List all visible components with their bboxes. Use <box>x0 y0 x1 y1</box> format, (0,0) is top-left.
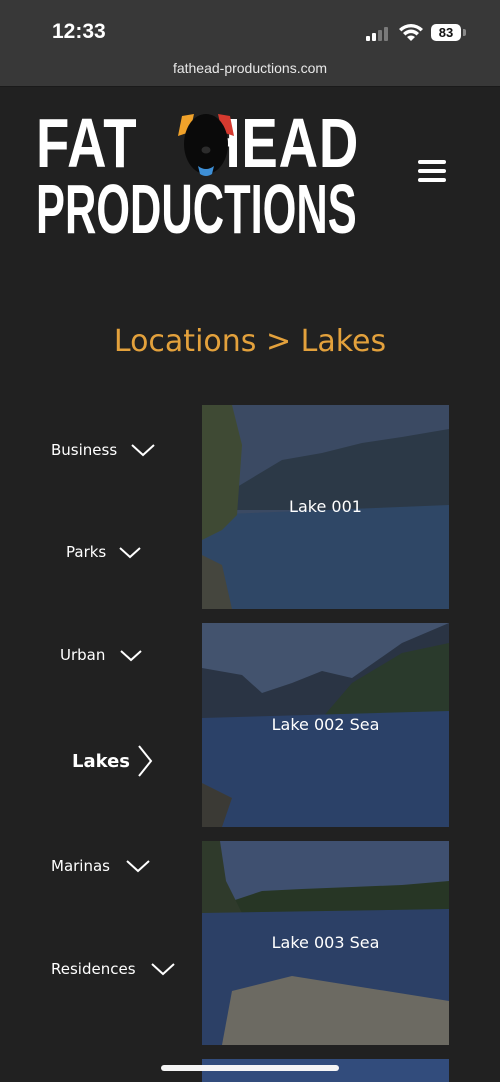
category-label: Business <box>51 441 118 459</box>
chevron-down-icon <box>126 860 150 873</box>
location-card-lake-002[interactable]: Lake 002 Sea <box>202 623 449 827</box>
site-logo[interactable]: FAT HEAD PRODUCTIONS <box>36 108 366 244</box>
page-title: Locations > Lakes <box>113 324 387 359</box>
chevron-down-icon <box>119 547 141 559</box>
category-label: Residences <box>51 960 136 978</box>
browser-url-bar[interactable]: fathead-productions.com <box>0 54 500 87</box>
status-time: 12:33 <box>52 20 106 43</box>
category-label: Parks <box>66 543 107 561</box>
location-title: Lake 001 <box>289 497 362 516</box>
location-title: Lake 003 Sea <box>271 933 380 952</box>
category-label: Urban <box>60 646 106 664</box>
location-title: Lake 002 Sea <box>271 715 380 734</box>
chevron-down-icon <box>131 444 155 457</box>
cellular-signal-icon <box>366 27 392 41</box>
battery-level: 83 <box>431 24 461 41</box>
location-card-lake-001[interactable]: Lake 001 <box>202 405 449 609</box>
status-bar: 12:33 83 <box>0 0 500 54</box>
hamburger-menu-icon[interactable] <box>418 158 448 184</box>
chevron-down-icon <box>120 650 142 662</box>
battery-tip <box>463 29 466 36</box>
chevron-down-icon <box>151 963 175 976</box>
logo-text-productions: PRODUCTIONS <box>36 170 357 248</box>
category-label: Marinas <box>51 857 110 875</box>
location-card-lake-003[interactable]: Lake 003 Sea <box>202 841 449 1045</box>
chevron-right-icon <box>138 745 153 777</box>
url-text: fathead-productions.com <box>172 60 328 76</box>
home-indicator[interactable] <box>161 1065 339 1071</box>
category-label-active: Lakes <box>72 751 131 772</box>
wifi-icon <box>399 24 423 41</box>
